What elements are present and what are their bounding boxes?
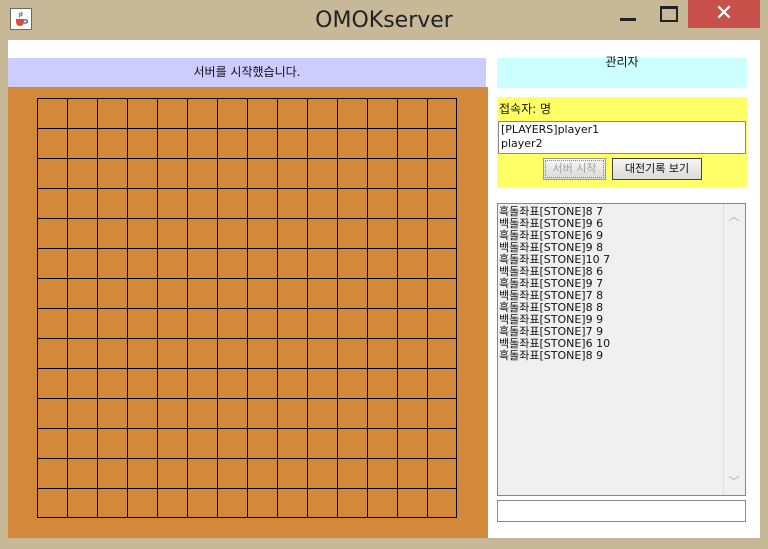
list-item[interactable]: player2 <box>501 137 743 151</box>
list-item[interactable]: [PLAYERS]player1 <box>501 123 743 137</box>
board-panel <box>8 87 488 538</box>
maximize-button[interactable] <box>650 0 686 28</box>
player-list[interactable]: [PLAYERS]player1 player2 <box>498 121 746 154</box>
close-button[interactable]: ✕ <box>688 0 760 28</box>
match-history-button[interactable]: 대전기록 보기 <box>612 158 702 180</box>
admin-label: 관리자 <box>497 55 747 88</box>
chevron-down-icon[interactable]: ﹀ <box>728 476 740 487</box>
admin-label-text: 관리자 <box>605 55 639 69</box>
log-line: 흑돌좌표[STONE]8 9 <box>499 349 604 362</box>
connection-count-label: 접속자: 명 <box>499 102 552 116</box>
client-area: 서버를 시작했습니다. 관리자 접속자: 명 [PLAYERS]player1 … <box>8 40 760 538</box>
minimize-button[interactable] <box>610 0 644 28</box>
log-content: 흑돌좌표[STONE]8 7 백돌좌표[STONE]9 6 흑돌좌표[STONE]6… <box>499 206 725 362</box>
control-panel: 접속자: 명 [PLAYERS]player1 player2 서버 시작 대전… <box>497 97 747 188</box>
start-server-button[interactable]: 서버 시작 <box>543 158 606 180</box>
status-label: 서버를 시작했습니다. <box>8 58 486 87</box>
close-icon: ✕ <box>714 1 734 26</box>
omok-board[interactable] <box>37 98 457 518</box>
chevron-up-icon[interactable]: ︿ <box>728 211 740 222</box>
message-input[interactable] <box>497 500 746 522</box>
title-bar: OMOKserver ✕ <box>0 0 768 40</box>
log-textarea[interactable]: 흑돌좌표[STONE]8 7 백돌좌표[STONE]9 6 흑돌좌표[STONE]6… <box>497 203 746 496</box>
vertical-scrollbar[interactable]: ︿ ﹀ <box>723 204 745 495</box>
